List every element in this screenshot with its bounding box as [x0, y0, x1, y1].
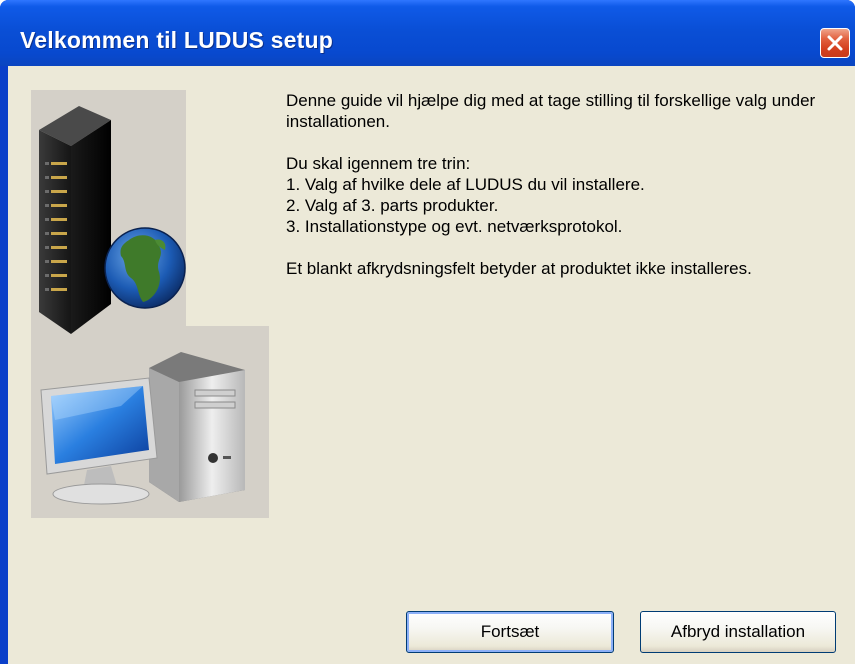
step-item: 3. Installationstype og evt. netværkspro…: [286, 217, 623, 236]
steps-heading: Du skal igennem tre trin:: [286, 154, 471, 173]
close-button[interactable]: [820, 28, 850, 58]
setup-illustration: [31, 90, 269, 518]
setup-window: Velkommen til LUDUS setup Denne guide vi…: [0, 0, 855, 664]
step-item: 1. Valg af hvilke dele af LUDUS du vil i…: [286, 175, 645, 194]
close-icon: [827, 35, 843, 51]
window-title: Velkommen til LUDUS setup: [20, 27, 334, 53]
globe-icon: [104, 227, 186, 309]
intro-text: Denne guide vil hjælpe dig med at tage s…: [286, 91, 816, 131]
welcome-text: Denne guide vil hjælpe dig med at tage s…: [286, 90, 851, 300]
continue-button[interactable]: Fortsæt: [406, 611, 614, 653]
step-item: 2. Valg af 3. parts produkter.: [286, 196, 499, 215]
dialog-body: Denne guide vil hjælpe dig med at tage s…: [8, 66, 855, 664]
title-bar[interactable]: Velkommen til LUDUS setup: [0, 0, 855, 66]
server-tower-icon: [39, 106, 111, 334]
note-text: Et blankt afkrydsningsfelt betyder at pr…: [286, 259, 752, 278]
cancel-installation-button[interactable]: Afbryd installation: [640, 611, 836, 653]
